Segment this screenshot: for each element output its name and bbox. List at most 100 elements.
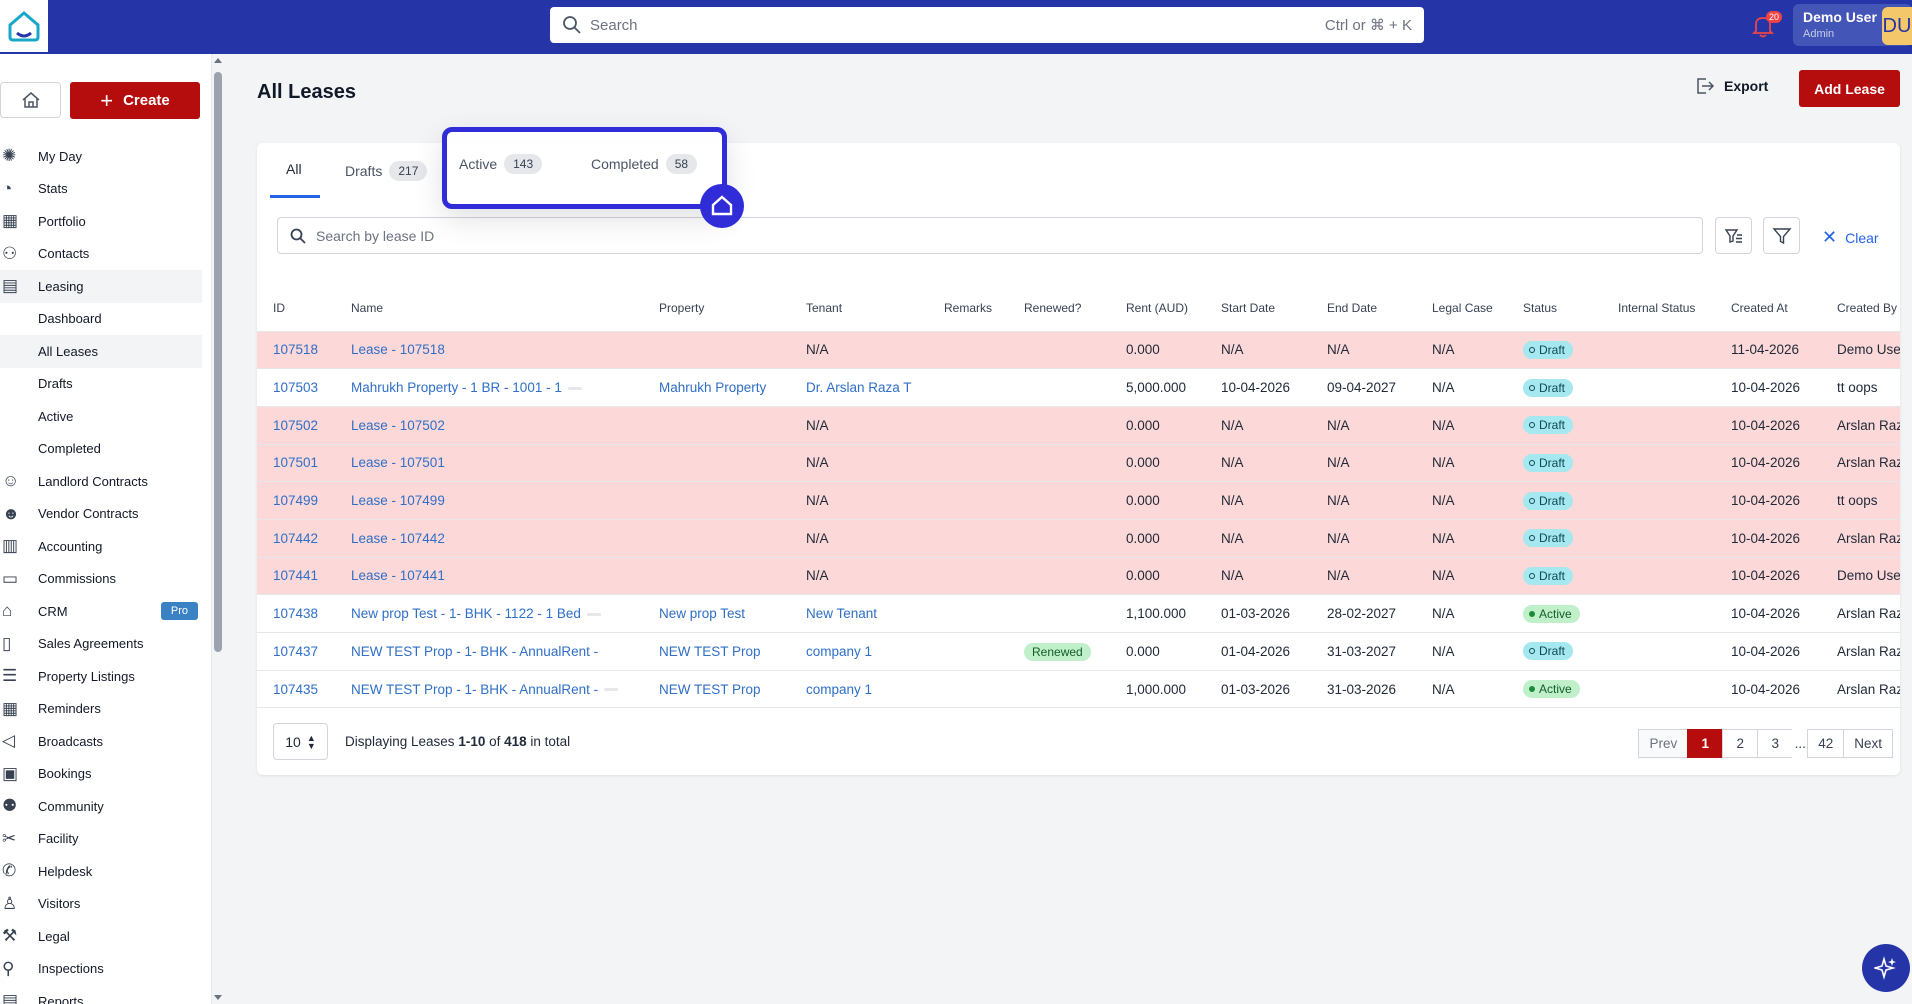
cell-name[interactable]: Lease - 107518 (335, 331, 643, 370)
sidebar-item-landlord-contracts[interactable]: ☺ Landlord Contracts (0, 465, 202, 498)
column-header-id[interactable]: ID (257, 286, 335, 332)
cell-id-text[interactable]: 107499 (273, 493, 318, 508)
cell-name[interactable]: Lease - 107441 (335, 557, 643, 596)
cell-name[interactable]: New prop Test - 1- BHK - 1122 - 1 Bed (335, 594, 643, 633)
cell-id-text[interactable]: 107502 (273, 418, 318, 433)
scrollbar-thumb[interactable] (214, 72, 222, 652)
column-header-property[interactable]: Property (643, 286, 790, 332)
export-button[interactable]: Export (1694, 76, 1768, 96)
home-button[interactable] (0, 82, 61, 118)
cell-property[interactable]: NEW TEST Prop (643, 670, 790, 709)
sidebar-item-active[interactable]: Active (0, 400, 202, 433)
sidebar-item-accounting[interactable]: ▥ Accounting (0, 530, 202, 563)
tab-completed[interactable]: Completed 58 (591, 154, 698, 174)
cell-property[interactable]: NEW TEST Prop (643, 632, 790, 671)
add-lease-button[interactable]: Add Lease (1799, 70, 1900, 107)
sidebar-item-bookings[interactable]: ▣ Bookings (0, 758, 202, 791)
cell-name-text[interactable]: Lease - 107502 (351, 418, 445, 433)
cell-property[interactable]: Mahrukh Property (643, 368, 790, 407)
cell-id[interactable]: 107437 (257, 632, 335, 671)
cell-id[interactable]: 107499 (257, 481, 335, 520)
column-header-renewed[interactable]: Renewed? (1008, 286, 1110, 332)
sidebar-item-reports[interactable]: ▤ Reports (0, 985, 202, 1004)
page-button-42[interactable]: 42 (1807, 729, 1845, 758)
cell-name[interactable]: Lease - 107502 (335, 406, 643, 445)
cell-name-text[interactable]: Lease - 107441 (351, 568, 445, 583)
next-page-button[interactable]: Next (1843, 729, 1893, 758)
sidebar-item-inspections[interactable]: ⚲ Inspections (0, 953, 202, 986)
sidebar-item-my-day[interactable]: ✺ My Day (0, 140, 202, 173)
cell-name-text[interactable]: Lease - 107442 (351, 531, 445, 546)
cell-tenant[interactable]: company 1 (790, 632, 928, 671)
column-header-remarks[interactable]: Remarks (928, 286, 1008, 332)
cell-name[interactable]: Lease - 107442 (335, 519, 643, 558)
sidebar-item-sales-agreements[interactable]: ▯ Sales Agreements (0, 628, 202, 661)
create-button[interactable]: + Create (70, 82, 200, 119)
sidebar-item-vendor-contracts[interactable]: ☻ Vendor Contracts (0, 498, 202, 531)
cell-id-text[interactable]: 107437 (273, 644, 318, 659)
page-button-1[interactable]: 1 (1687, 729, 1724, 758)
cell-tenant-text[interactable]: New Tenant (806, 606, 877, 621)
global-search[interactable]: Search Ctrl or ⌘ + K (550, 7, 1424, 43)
cell-id-text[interactable]: 107441 (273, 568, 318, 583)
clear-filters-button[interactable]: ✕ Clear (1822, 227, 1879, 248)
cell-property[interactable]: New prop Test (643, 594, 790, 633)
cell-property-text[interactable]: Mahrukh Property (659, 380, 766, 395)
table-row[interactable]: 107441 Lease - 107441 N/A 0.000 N/A N/A N/A Dra… (257, 557, 1900, 596)
sidebar-item-crm[interactable]: ⌂ CRM Pro (0, 595, 202, 628)
table-row[interactable]: 107499 Lease - 107499 N/A 0.000 N/A N/A N/A Dra… (257, 481, 1900, 520)
sidebar-item-legal[interactable]: ⚒ Legal (0, 920, 202, 953)
user-menu[interactable]: Demo User Admin DU (1793, 4, 1912, 46)
cell-id-text[interactable]: 107442 (273, 531, 318, 546)
cell-id-text[interactable]: 107438 (273, 606, 318, 621)
column-header-created-at[interactable]: Created At (1715, 286, 1821, 332)
cell-id-text[interactable]: 107501 (273, 455, 318, 470)
cell-name[interactable]: NEW TEST Prop - 1- BHK - AnnualRent - (335, 632, 643, 671)
cell-tenant[interactable]: New Tenant (790, 594, 928, 633)
sidebar-item-commissions[interactable]: ▭ Commissions (0, 563, 202, 596)
cell-tenant[interactable]: company 1 (790, 670, 928, 709)
lease-search-input[interactable]: Search by lease ID (277, 217, 1703, 254)
column-header-rent-aud[interactable]: Rent (AUD) (1110, 286, 1205, 332)
cell-property-text[interactable]: NEW TEST Prop (659, 682, 761, 697)
cell-name-text[interactable]: New prop Test - 1- BHK - 1122 - 1 Bed (351, 606, 581, 621)
cell-tenant-text[interactable]: company 1 (806, 682, 872, 697)
table-row[interactable]: 107502 Lease - 107502 N/A 0.000 N/A N/A N/A Dra… (257, 406, 1900, 445)
cell-id[interactable]: 107501 (257, 444, 335, 483)
app-logo[interactable] (0, 0, 48, 52)
cell-property-text[interactable]: New prop Test (659, 606, 745, 621)
sidebar-item-portfolio[interactable]: ▦ Portfolio (0, 205, 202, 238)
cell-id-text[interactable]: 107435 (273, 682, 318, 697)
sidebar-item-facility[interactable]: ✂ Facility (0, 823, 202, 856)
sidebar-scrollbar[interactable] (212, 54, 224, 1004)
sidebar-item-all-leases[interactable]: All Leases (0, 335, 202, 368)
ai-assistant-button[interactable] (1862, 944, 1910, 992)
table-row[interactable]: 107437 NEW TEST Prop - 1- BHK - AnnualRen… (257, 632, 1900, 671)
sidebar-item-stats[interactable]: ◔ Stats (0, 173, 202, 206)
sidebar-item-broadcasts[interactable]: ◁ Broadcasts (0, 725, 202, 758)
sidebar-item-completed[interactable]: Completed (0, 433, 202, 466)
cell-name-text[interactable]: Mahrukh Property - 1 BR - 1001 - 1 (351, 380, 562, 395)
table-row[interactable]: 107435 NEW TEST Prop - 1- BHK - AnnualRen… (257, 670, 1900, 709)
cell-name[interactable]: Lease - 107499 (335, 481, 643, 520)
cell-name-text[interactable]: Lease - 107518 (351, 342, 445, 357)
per-page-select[interactable]: 10 ▲ ▼ (273, 723, 328, 760)
sidebar-item-drafts[interactable]: Drafts (0, 368, 202, 401)
column-header-name[interactable]: Name (335, 286, 643, 332)
sidebar-item-community[interactable]: ⚉ Community (0, 790, 202, 823)
table-row[interactable]: 107438 New prop Test - 1- BHK - 1122 - 1 … (257, 594, 1900, 633)
sidebar-item-dashboard[interactable]: Dashboard (0, 303, 202, 336)
column-header-created-by[interactable]: Created By (1821, 286, 1900, 332)
page-button-3[interactable]: 3 (1757, 729, 1794, 758)
cell-name-text[interactable]: NEW TEST Prop - 1- BHK - AnnualRent - (351, 644, 598, 659)
sidebar-item-visitors[interactable]: ♙ Visitors (0, 888, 202, 921)
column-header-internal-status[interactable]: Internal Status (1602, 286, 1715, 332)
cell-name-text[interactable]: Lease - 107499 (351, 493, 445, 508)
cell-id[interactable]: 107442 (257, 519, 335, 558)
cell-id[interactable]: 107441 (257, 557, 335, 596)
cell-id[interactable]: 107502 (257, 406, 335, 445)
column-header-tenant[interactable]: Tenant (790, 286, 928, 332)
column-header-start-date[interactable]: Start Date (1205, 286, 1311, 332)
cell-name[interactable]: Mahrukh Property - 1 BR - 1001 - 1 (335, 368, 643, 407)
column-header-legal-case[interactable]: Legal Case (1416, 286, 1507, 332)
